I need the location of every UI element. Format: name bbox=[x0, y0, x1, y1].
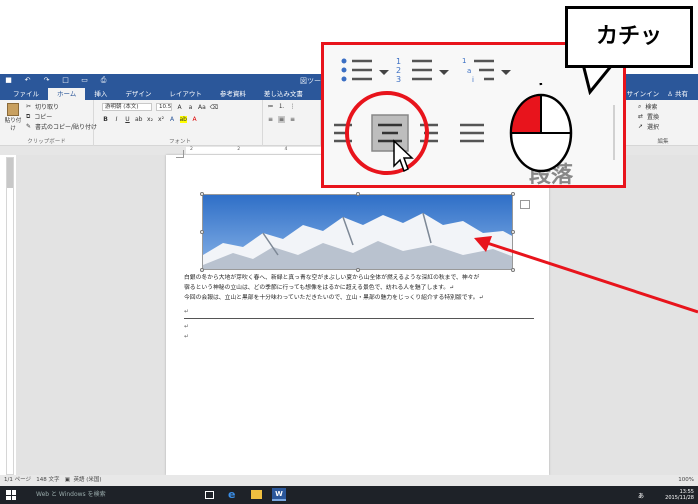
font-color-icon[interactable]: A bbox=[191, 116, 198, 123]
cut-button[interactable]: ✂ 切り取り bbox=[26, 102, 59, 111]
font-size-combo[interactable]: 10.5 bbox=[156, 103, 172, 111]
mountain-image[interactable] bbox=[202, 194, 513, 270]
multilevel-list-icon[interactable]: ⋮ bbox=[289, 103, 296, 110]
svg-text:1: 1 bbox=[462, 57, 466, 65]
search-icon: ⌕ bbox=[638, 102, 642, 110]
edge-icon[interactable]: e bbox=[228, 488, 235, 501]
windows-start-icon[interactable] bbox=[6, 490, 16, 500]
paintbrush-icon: ✎ bbox=[26, 123, 32, 130]
svg-text:1: 1 bbox=[396, 57, 401, 66]
replace-icon: ⇄ bbox=[638, 113, 644, 120]
print-preview-icon[interactable]: ⎙ bbox=[99, 76, 108, 85]
tab-references[interactable]: 参考資料 bbox=[211, 88, 255, 100]
editing-group-label: 編集 bbox=[657, 139, 669, 145]
vertical-ruler[interactable] bbox=[6, 157, 14, 475]
page-count[interactable]: 1/1 ページ bbox=[4, 477, 31, 483]
tab-insert[interactable]: 挿入 bbox=[85, 88, 116, 100]
person-icon: ♙ bbox=[667, 90, 673, 98]
open-folder-icon[interactable]: ▭ bbox=[80, 76, 89, 85]
taskbar: Web と Windows を検索 e W あ 13:55 2015/11/28 bbox=[0, 486, 698, 504]
cursor-icon: ➚ bbox=[638, 123, 644, 130]
tab-file[interactable]: ファイル bbox=[4, 88, 48, 100]
numbering-icon[interactable]: ⒈ bbox=[278, 103, 285, 110]
explorer-icon[interactable] bbox=[251, 490, 262, 499]
paragraph-group: ≔ ⒈ ⋮ ≡ ≡ ≡ bbox=[263, 100, 321, 146]
corner-mark bbox=[176, 150, 184, 158]
clipboard-icon bbox=[7, 103, 19, 116]
find-button[interactable]: ⌕ 検索 bbox=[638, 102, 657, 112]
copy-icon: ⧉ bbox=[26, 112, 31, 120]
proofing-icon[interactable]: ▣ bbox=[65, 477, 70, 483]
word-taskbar-icon[interactable]: W bbox=[272, 488, 286, 501]
replace-button[interactable]: ⇄ 置換 bbox=[638, 112, 659, 121]
click-sound-label: カチッ bbox=[565, 6, 693, 68]
resize-handle[interactable] bbox=[356, 192, 360, 196]
svg-text:3: 3 bbox=[396, 75, 401, 84]
ime-indicator[interactable]: あ bbox=[638, 491, 644, 500]
resize-handle[interactable] bbox=[200, 230, 204, 234]
bullets-icon[interactable]: ≔ bbox=[267, 103, 274, 110]
resize-handle[interactable] bbox=[200, 268, 204, 272]
task-view-icon[interactable] bbox=[205, 491, 214, 499]
redo-icon[interactable]: ↷ bbox=[42, 76, 51, 85]
align-left-icon[interactable]: ≡ bbox=[267, 116, 274, 123]
undo-icon[interactable]: ↶ bbox=[23, 76, 32, 85]
format-painter-button[interactable]: ✎ 書式のコピー/貼り付け bbox=[26, 122, 97, 131]
svg-text:a: a bbox=[467, 67, 471, 75]
paragraph-mark: ↵ bbox=[184, 308, 190, 315]
tab-layout[interactable]: レイアウト bbox=[160, 88, 211, 100]
clipboard-group-label: クリップボード bbox=[27, 139, 66, 145]
highlight-color-icon[interactable]: ab bbox=[179, 116, 187, 123]
underline-icon[interactable]: U bbox=[124, 116, 131, 123]
resize-handle[interactable] bbox=[200, 192, 204, 196]
word-count[interactable]: 148 文字 bbox=[36, 477, 59, 483]
layout-options-icon[interactable] bbox=[520, 200, 530, 209]
grow-font-icon[interactable]: A bbox=[176, 104, 183, 111]
change-case-icon[interactable]: Aa bbox=[198, 104, 206, 111]
shrink-font-icon[interactable]: a bbox=[187, 104, 194, 111]
bold-icon[interactable]: B bbox=[102, 116, 109, 123]
text-effects-icon[interactable]: A bbox=[169, 116, 176, 123]
svg-text:i: i bbox=[472, 76, 474, 84]
red-arrow bbox=[474, 236, 698, 314]
resize-handle[interactable] bbox=[511, 192, 515, 196]
mouse-icon bbox=[509, 83, 573, 173]
save-icon[interactable]: ■ bbox=[4, 76, 13, 85]
status-bar: 1/1 ページ 148 文字 ▣ 英語 (米国) 100% bbox=[0, 475, 698, 486]
copy-button[interactable]: ⧉ コピー bbox=[26, 112, 52, 122]
new-doc-icon[interactable]: □ bbox=[61, 76, 70, 85]
font-name-combo[interactable]: 游明朝 (本文) bbox=[102, 103, 152, 111]
signin-link[interactable]: サインイン bbox=[627, 88, 660, 100]
paragraph-mark: ↵ bbox=[184, 333, 190, 340]
font-group: 游明朝 (本文) 10.5 A a Aa ⌫ B I U ab x₂ x² A … bbox=[98, 100, 263, 146]
select-button[interactable]: ➚ 選択 bbox=[638, 122, 659, 131]
resize-handle[interactable] bbox=[356, 268, 360, 272]
superscript-icon[interactable]: x² bbox=[158, 116, 165, 123]
system-clock[interactable]: 13:55 2015/11/28 bbox=[665, 489, 694, 501]
tab-design[interactable]: デザイン bbox=[116, 88, 160, 100]
subscript-icon[interactable]: x₂ bbox=[147, 116, 154, 123]
share-button[interactable]: ♙ 共有 bbox=[667, 88, 688, 100]
tab-mailings[interactable]: 差し込み文書 bbox=[255, 88, 312, 100]
paste-button[interactable]: 貼り付け bbox=[3, 103, 23, 132]
italic-icon[interactable]: I bbox=[113, 116, 120, 123]
svg-text:2: 2 bbox=[396, 66, 401, 75]
zoom-level[interactable]: 100% bbox=[678, 475, 694, 486]
align-center-icon[interactable]: ≡ bbox=[278, 116, 285, 123]
clipboard-group: 貼り付け ✂ 切り取り ⧉ コピー ✎ 書式のコピー/貼り付け クリップボード bbox=[0, 100, 97, 146]
strikethrough-icon[interactable]: ab bbox=[135, 116, 143, 123]
scissors-icon: ✂ bbox=[26, 103, 32, 110]
align-right-icon[interactable]: ≡ bbox=[289, 116, 296, 123]
tab-home[interactable]: ホーム bbox=[48, 88, 86, 100]
editing-group: ⌕ 検索 ⇄ 置換 ➚ 選択 編集 bbox=[628, 100, 698, 146]
language-status[interactable]: 英語 (米国) bbox=[73, 477, 101, 483]
font-group-label: フォント bbox=[168, 139, 191, 145]
taskbar-search[interactable]: Web と Windows を検索 bbox=[22, 488, 192, 502]
clear-format-icon[interactable]: ⌫ bbox=[210, 104, 218, 111]
paragraph-mark: ↵ bbox=[184, 323, 190, 330]
